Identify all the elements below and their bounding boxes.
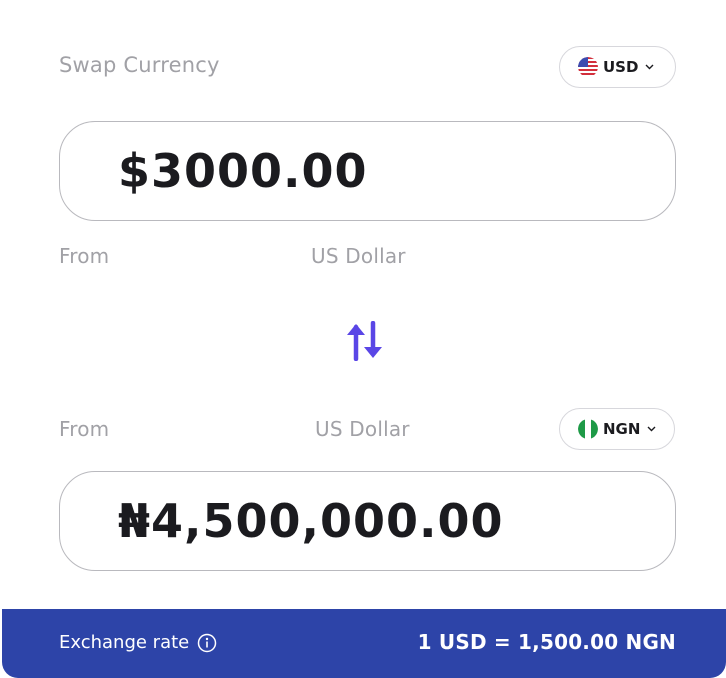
us-flag-icon — [578, 57, 598, 77]
to-currency-selector[interactable]: NGN — [559, 408, 675, 450]
exchange-rate-label: Exchange rate — [59, 632, 190, 653]
chevron-down-icon — [645, 64, 654, 70]
info-icon[interactable] — [197, 633, 217, 653]
to-currency-code: NGN — [603, 420, 641, 438]
to-direction-label: From — [59, 417, 110, 441]
exchange-rate-bar: Exchange rate 1 USD = 1,500.00 NGN — [2, 609, 726, 678]
from-amount-value: $3000.00 — [118, 144, 368, 198]
nigeria-flag-icon — [578, 419, 598, 439]
from-amount-field[interactable]: $3000.00 — [59, 121, 676, 221]
exchange-rate-label-group: Exchange rate — [59, 632, 217, 653]
from-currency-selector[interactable]: USD — [559, 46, 676, 88]
chevron-down-icon — [647, 426, 656, 432]
to-amount-value: ₦4,500,000.00 — [118, 494, 504, 548]
to-currency-name: US Dollar — [315, 417, 410, 441]
from-currency-name: US Dollar — [311, 244, 406, 268]
swap-arrows-icon[interactable] — [344, 320, 386, 362]
from-currency-code: USD — [603, 58, 639, 76]
page-title: Swap Currency — [59, 53, 220, 77]
exchange-rate-value: 1 USD = 1,500.00 NGN — [417, 630, 676, 654]
from-direction-label: From — [59, 244, 110, 268]
to-amount-field[interactable]: ₦4,500,000.00 — [59, 471, 676, 571]
